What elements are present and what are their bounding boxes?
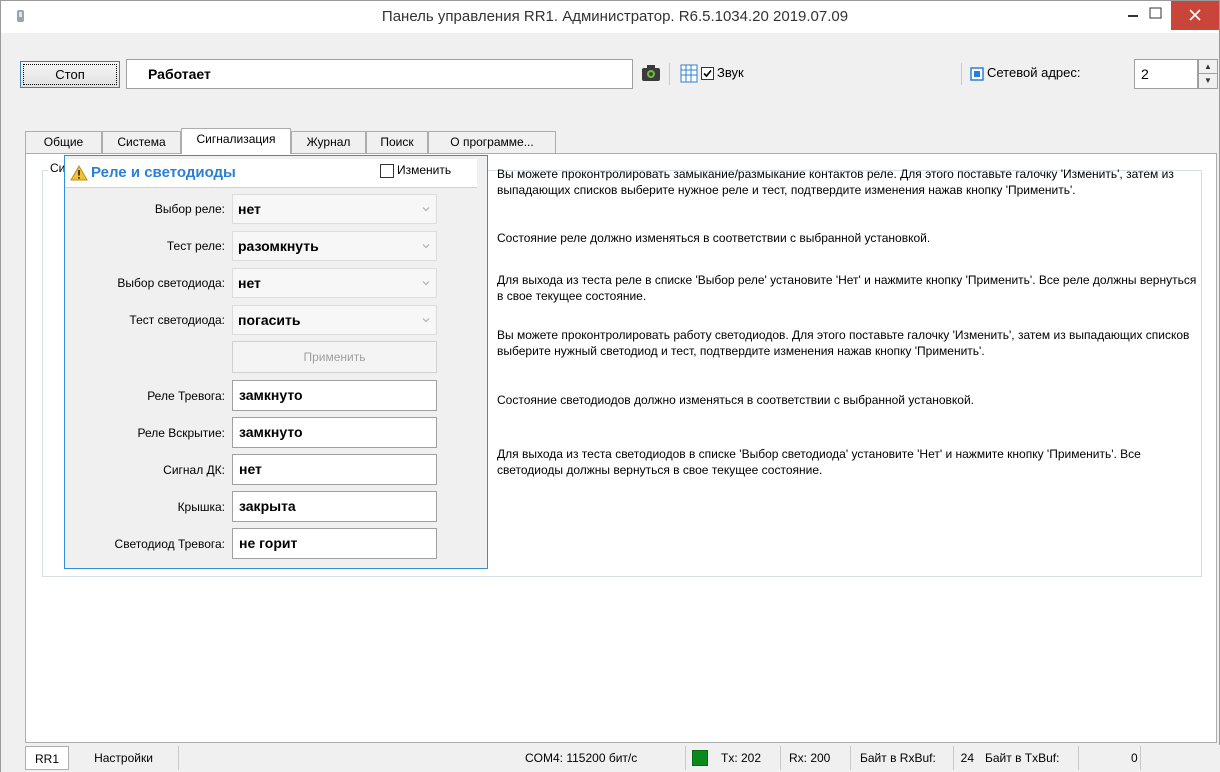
chevron-down-icon: [422, 281, 430, 286]
port-status: COM4: 115200 бит/с: [521, 746, 686, 770]
tab-search[interactable]: Поиск: [366, 131, 428, 153]
help-paragraph: Состояние реле должно изменяться в соотв…: [497, 231, 931, 245]
alarm-relay-label: Реле Тревога:: [147, 389, 225, 403]
alarm-relay-value: замкнуто: [232, 380, 437, 411]
txbuf-value: 0: [1101, 746, 1141, 770]
toolbar-separator: [669, 63, 670, 85]
sound-label[interactable]: Звук: [717, 65, 744, 80]
test-led-value: погасить: [238, 312, 301, 328]
connection-indicator-icon: [692, 750, 708, 766]
dk-signal-label: Сигнал ДК:: [163, 463, 225, 477]
warning-icon: [70, 164, 88, 181]
net-address-label: Сетевой адрес:: [987, 65, 1081, 80]
rx-count: Rx: 200: [785, 746, 851, 770]
close-button[interactable]: [1171, 1, 1219, 30]
apply-button[interactable]: Применить: [232, 341, 437, 373]
spin-down-icon[interactable]: ▼: [1199, 74, 1217, 88]
stop-button[interactable]: Стоп: [20, 61, 120, 88]
cover-label: Крышка:: [177, 500, 225, 514]
header-divider: [65, 187, 477, 188]
relay-led-title: Реле и светодиоды: [91, 164, 236, 181]
help-paragraph: Состояние светодиодов должно изменяться …: [497, 393, 975, 407]
network-icon: [970, 67, 984, 81]
app-window: Панель управления RR1. Администратор. R6…: [0, 0, 1220, 772]
test-relay-dropdown[interactable]: разомкнуть: [232, 231, 437, 261]
net-address-spinner[interactable]: ▲ ▼: [1198, 59, 1218, 89]
tab-alarm[interactable]: Сигнализация: [181, 128, 291, 154]
select-led-value: нет: [238, 275, 261, 291]
help-paragraph: Для выхода из теста реле в списке 'Выбор…: [497, 273, 1197, 303]
tab-journal[interactable]: Журнал: [291, 131, 366, 153]
edit-checkbox[interactable]: [380, 164, 394, 178]
help-paragraph: Вы можете проконтролировать замыкание/ра…: [497, 167, 1174, 197]
sound-checkbox[interactable]: [701, 67, 714, 80]
help-paragraph: Вы можете проконтролировать работу свето…: [497, 328, 1190, 358]
tamper-relay-label: Реле Вскрытие:: [137, 426, 225, 440]
chevron-down-icon: [422, 207, 430, 212]
select-relay-dropdown[interactable]: нет: [232, 194, 437, 224]
status-field: Работает: [126, 59, 633, 89]
statusbar-tab-rr1[interactable]: RR1: [25, 746, 69, 770]
grid-icon[interactable]: [680, 64, 698, 83]
alarm-led-value: не горит: [232, 528, 437, 559]
tamper-relay-value: замкнуто: [232, 417, 437, 448]
test-led-label: Тест светодиода:: [129, 313, 225, 327]
statusbar-tab-settings[interactable]: Настройки: [69, 746, 179, 770]
tab-general[interactable]: Общие: [25, 131, 102, 153]
title-bar: Панель управления RR1. Администратор. R6…: [1, 1, 1219, 33]
tx-count: Tx: 202: [717, 746, 781, 770]
help-paragraph: Для выхода из теста светодиодов в списке…: [497, 447, 1141, 477]
select-relay-value: нет: [238, 201, 261, 217]
select-relay-label: Выбор реле:: [154, 202, 225, 216]
tab-about[interactable]: О программе...: [428, 131, 556, 153]
txbuf-label: Байт в TxBuf:: [981, 746, 1079, 770]
window-title: Панель управления RR1. Администратор. R6…: [381, 8, 849, 25]
test-relay-value: разомкнуть: [238, 238, 319, 254]
spin-up-icon[interactable]: ▲: [1199, 60, 1217, 74]
cover-value: закрыта: [232, 491, 437, 522]
tab-system[interactable]: Система: [102, 131, 181, 153]
rxbuf-value: 24: [960, 751, 974, 765]
toolbar-separator: [961, 63, 962, 85]
dk-signal-value: нет: [232, 454, 437, 485]
chevron-down-icon: [422, 318, 430, 323]
test-led-dropdown[interactable]: погасить: [232, 305, 437, 335]
camera-icon[interactable]: [641, 64, 661, 82]
select-led-dropdown[interactable]: нет: [232, 268, 437, 298]
edit-label[interactable]: Изменить: [397, 163, 451, 177]
net-address-input[interactable]: 2: [1134, 59, 1198, 89]
chevron-down-icon: [422, 244, 430, 249]
rxbuf-label: Байт в RxBuf:: [856, 746, 954, 770]
select-led-label: Выбор светодиода:: [117, 276, 225, 290]
test-relay-label: Тест реле:: [166, 239, 225, 253]
alarm-led-label: Светодиод Тревога:: [114, 537, 225, 551]
